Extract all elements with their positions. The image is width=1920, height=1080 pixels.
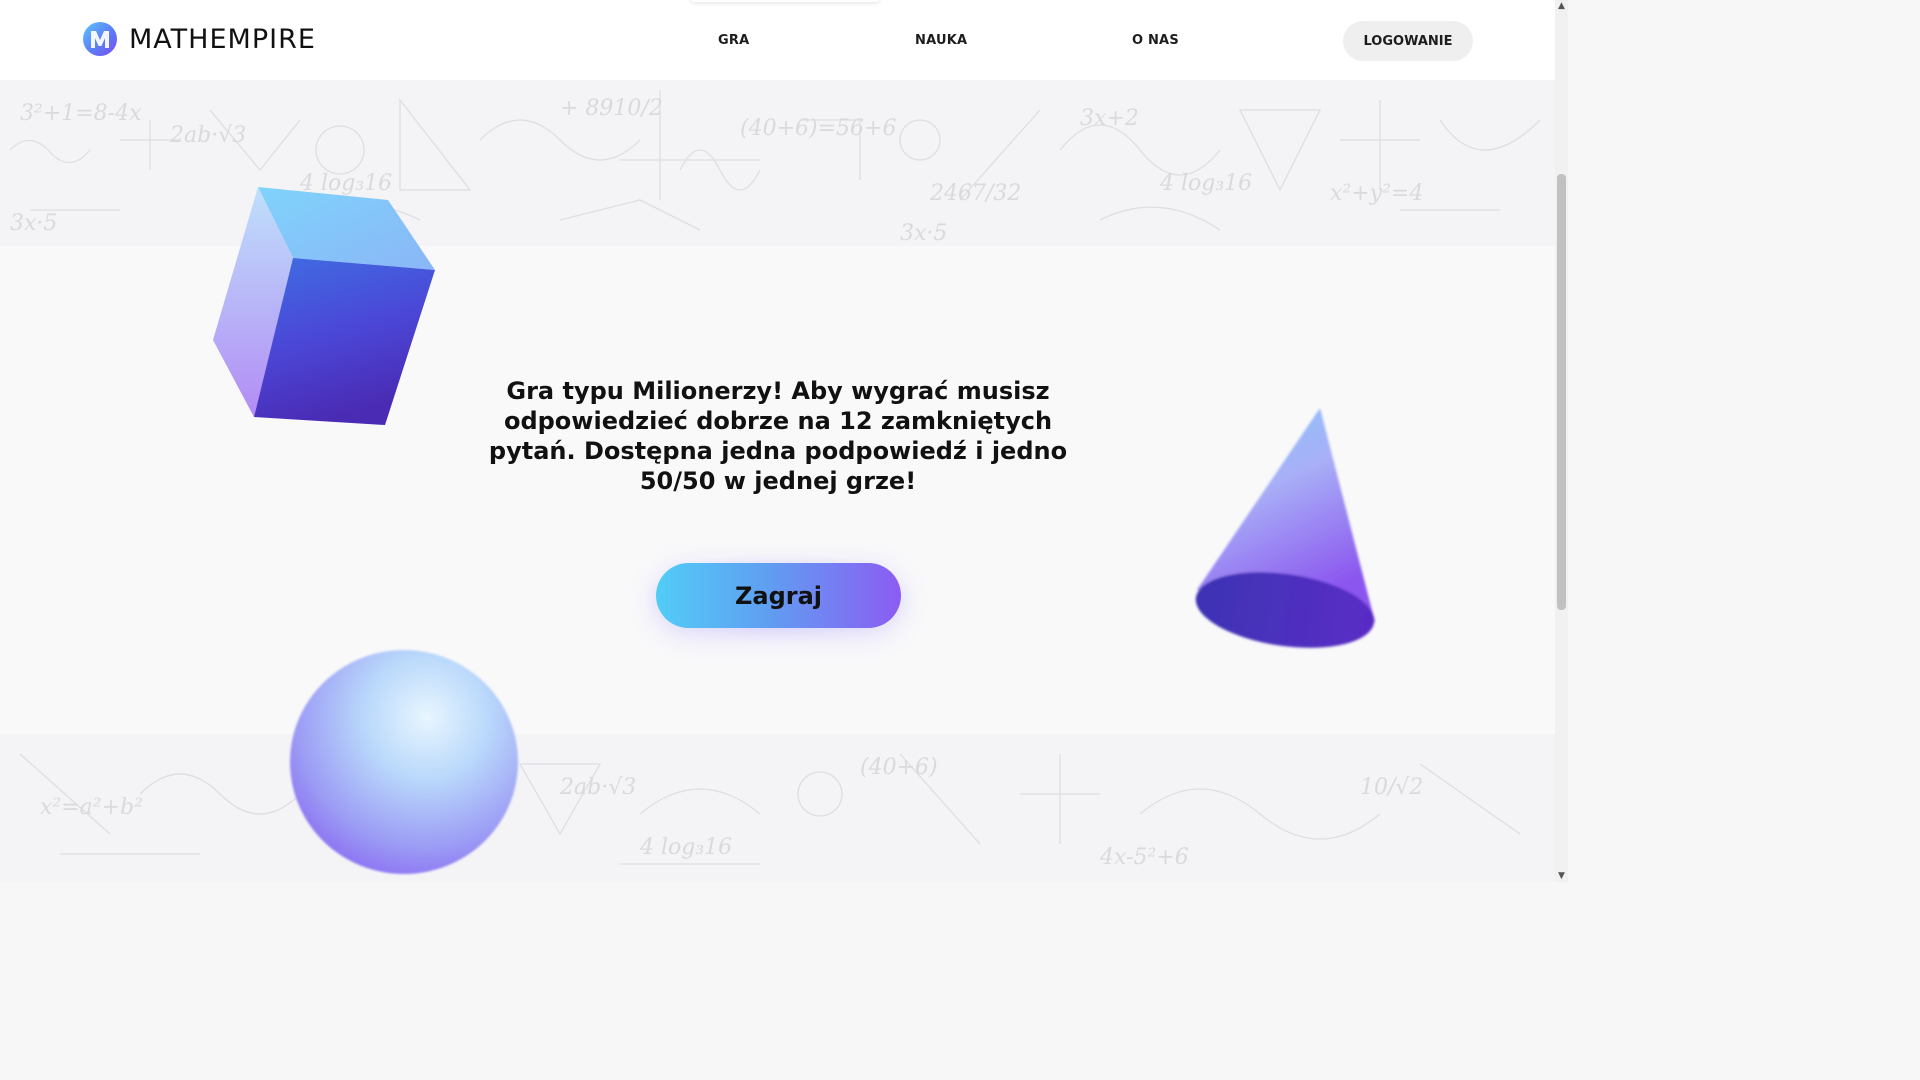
- scroll-thumb[interactable]: [1557, 174, 1566, 610]
- svg-text:(40+6)=56+6: (40+6)=56+6: [740, 116, 896, 141]
- svg-text:4 log₃16: 4 log₃16: [1159, 171, 1252, 196]
- svg-text:4x-5²+6: 4x-5²+6: [1099, 845, 1189, 870]
- math-doodle-background-bottom: 2ab·√3 4 log₃16 (40+6) 4x-5²+6 10/√2 x²=…: [0, 734, 1555, 882]
- nav-item-o-nas[interactable]: O NAS: [1132, 33, 1179, 48]
- brand-name: MATHEMPIRE: [129, 23, 316, 55]
- svg-text:x²+y²=4: x²+y²=4: [1330, 181, 1423, 206]
- login-button[interactable]: LOGOWANIE: [1343, 21, 1473, 61]
- play-button[interactable]: Zagraj: [656, 563, 901, 628]
- nav-item-nauka[interactable]: NAUKA: [915, 33, 967, 48]
- svg-text:2ab·√3: 2ab·√3: [559, 775, 636, 800]
- nav-item-gra[interactable]: GRA: [718, 33, 749, 48]
- scroll-down-icon[interactable]: ▼: [1555, 870, 1568, 882]
- svg-text:x²=a²+b²: x²=a²+b²: [40, 795, 143, 820]
- svg-text:3x+2: 3x+2: [1080, 106, 1139, 131]
- svg-text:3²+1=8-4x: 3²+1=8-4x: [20, 101, 142, 126]
- game-description: Gra typu Milionerzy! Aby wygrać musisz o…: [488, 377, 1068, 495]
- cube-icon: [205, 180, 445, 439]
- page-scrollbar[interactable]: ▲ ▼: [1555, 0, 1568, 882]
- svg-text:3x·5: 3x·5: [10, 211, 57, 236]
- svg-text:3x·5: 3x·5: [900, 221, 947, 246]
- cone-icon: [1185, 400, 1385, 664]
- page: 3²+1=8-4x 2ab·√3 4 log₃16 + 8910/2 (40+6…: [0, 0, 1568, 882]
- svg-text:(40+6): (40+6): [860, 755, 938, 780]
- svg-text:+ 8910/2: + 8910/2: [560, 96, 663, 121]
- svg-text:4 log₃16: 4 log₃16: [639, 835, 732, 860]
- svg-text:10/√2: 10/√2: [1360, 775, 1423, 800]
- svg-text:2ab·√3: 2ab·√3: [169, 123, 246, 148]
- scroll-up-icon[interactable]: ▲: [1555, 0, 1568, 12]
- header-tab-decoration: [690, 0, 880, 2]
- sphere-icon: [290, 650, 518, 874]
- logo[interactable]: MATHEMPIRE: [83, 22, 316, 56]
- site-header: MATHEMPIRE GRA NAUKA O NAS LOGOWANIE: [0, 0, 1555, 80]
- svg-text:2467/32: 2467/32: [929, 181, 1021, 206]
- m-letter-logo-icon: [83, 22, 117, 56]
